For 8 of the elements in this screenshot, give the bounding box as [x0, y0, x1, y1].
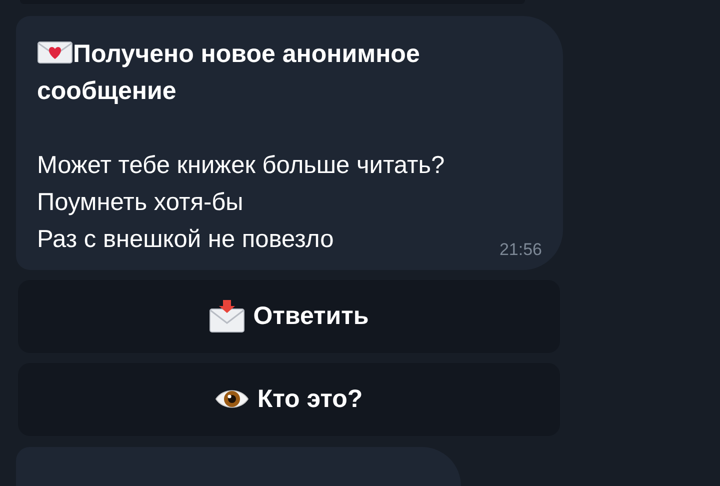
envelope-arrow-icon: [209, 299, 246, 334]
message-text: Поумнеть хотя-бы: [37, 188, 244, 218]
message-title: Получено новое анонимное сообщение: [37, 38, 421, 107]
inline-button[interactable]: Ответить: [18, 280, 560, 353]
inline-button[interactable]: Кто это?: [18, 362, 560, 436]
message-text: Может тебе книжек больше читать?: [37, 150, 445, 181]
message-time: 21:56: [499, 240, 542, 260]
message-text: Раз с внешкой не повезло: [37, 224, 334, 255]
